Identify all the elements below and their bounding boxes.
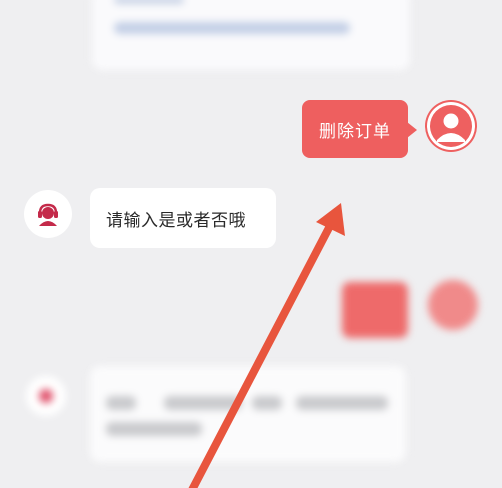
user-avatar-icon (425, 100, 477, 152)
bot-message-text: 请输入是或者否哦 (106, 210, 246, 231)
user-message-bubble[interactable]: 删除订单 (302, 100, 417, 158)
user-message-text: 删除订单 (319, 121, 391, 142)
user-avatar-icon (428, 280, 478, 330)
customer-service-icon (24, 190, 72, 238)
blurred-link (114, 22, 350, 34)
user-message-bubble-next (342, 282, 408, 338)
customer-service-icon (26, 376, 66, 416)
bot-message-bubble-next (90, 366, 406, 462)
bot-message-bubble: 请输入是或者否哦 (90, 188, 276, 248)
bot-message-bubble-previous (92, 0, 410, 70)
blurred-text (114, 0, 184, 4)
